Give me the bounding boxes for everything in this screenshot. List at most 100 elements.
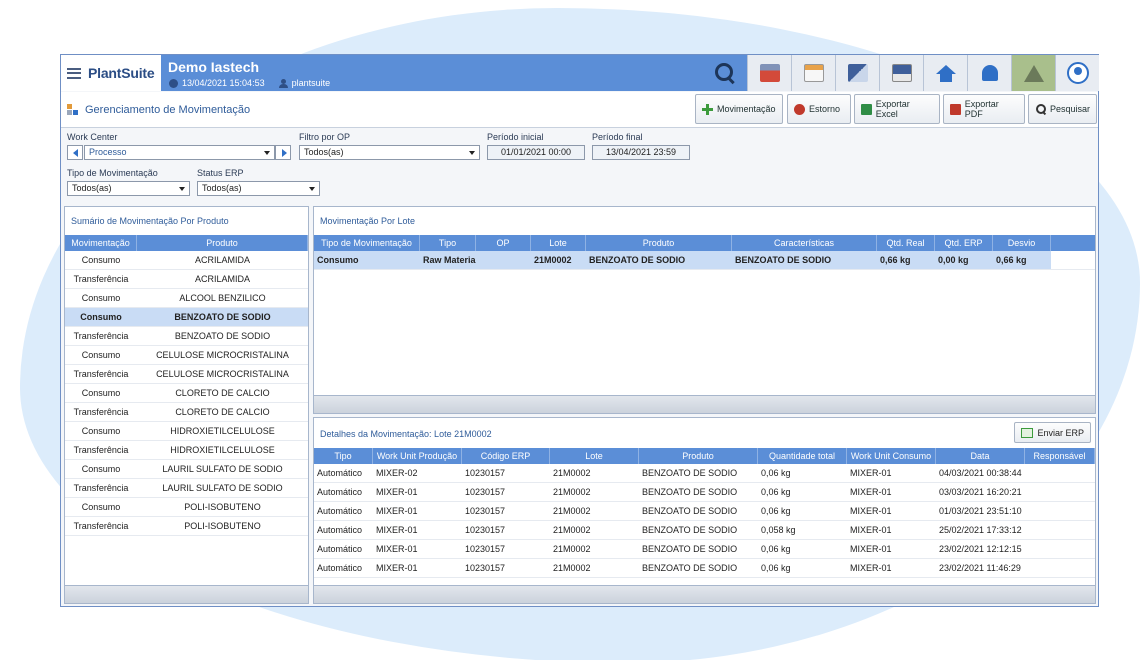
column-header[interactable]: Características bbox=[732, 235, 877, 251]
table-row[interactable]: Transferência BENZOATO DE SODIO bbox=[65, 327, 308, 346]
clock-icon bbox=[169, 78, 178, 88]
table-row[interactable]: Consumo Raw Material 21M0002 BENZOATO DE SO… bbox=[314, 251, 1095, 270]
table-row[interactable]: Transferência HIDROXIETILCELULOSE bbox=[65, 441, 308, 460]
export-pdf-button[interactable]: Exportar PDF bbox=[943, 94, 1025, 124]
menu-icon[interactable] bbox=[67, 67, 81, 79]
plus-icon bbox=[702, 103, 713, 115]
table-row[interactable]: Consumo CELULOSE MICROCRISTALINA bbox=[65, 346, 308, 365]
table-row[interactable]: Automático MIXER-01 10230157 21M0002 BENZOAT… bbox=[314, 521, 1095, 540]
movimentacao-button[interactable]: Movimentação bbox=[695, 94, 783, 124]
table-row[interactable]: Transferência ACRILAMIDA bbox=[65, 270, 308, 289]
table-row[interactable]: Consumo HIDROXIETILCELULOSE bbox=[65, 422, 308, 441]
table-cell: CLORETO DE CALCIO bbox=[175, 388, 270, 398]
export-excel-button[interactable]: Exportar Excel bbox=[854, 94, 940, 124]
table-cell: BENZOATO DE SODIO bbox=[642, 468, 738, 478]
table-cell: Consumo bbox=[81, 426, 121, 436]
column-header[interactable]: Responsável bbox=[1025, 448, 1095, 464]
periodo-final-input[interactable]: 13/04/2021 23:59 bbox=[592, 145, 690, 160]
column-header[interactable]: Produto bbox=[639, 448, 758, 464]
table-row[interactable]: Consumo POLI-ISOBUTENO bbox=[65, 498, 308, 517]
table-row[interactable]: Automático MIXER-01 10230157 21M0002 BENZOAT… bbox=[314, 559, 1095, 578]
profile-icon bbox=[1066, 62, 1089, 84]
table-cell: Transferência bbox=[73, 483, 129, 493]
table-row[interactable]: Consumo LAURIL SULFATO DE SODIO bbox=[65, 460, 308, 479]
column-header[interactable]: Código ERP bbox=[462, 448, 550, 464]
column-header[interactable]: Qtd. Real bbox=[877, 235, 935, 251]
column-header[interactable]: Tipo bbox=[314, 448, 373, 464]
table-row[interactable]: Consumo CLORETO DE CALCIO bbox=[65, 384, 308, 403]
column-header[interactable]: Produto bbox=[586, 235, 732, 251]
header-button-notifications[interactable] bbox=[967, 55, 1011, 91]
header-button-profile[interactable] bbox=[1055, 55, 1099, 91]
status-erp-value: Todos(as) bbox=[202, 183, 242, 193]
status-erp-select[interactable]: Todos(as) bbox=[197, 181, 320, 196]
table-row[interactable]: Transferência LAURIL SULFATO DE SODIO bbox=[65, 479, 308, 498]
summary-scrollbar[interactable] bbox=[65, 585, 308, 603]
header-button-production[interactable] bbox=[747, 55, 791, 91]
estorno-button[interactable]: Estorno bbox=[787, 94, 851, 124]
export-pdf-label: Exportar PDF bbox=[964, 99, 999, 119]
enviar-erp-button[interactable]: Enviar ERP bbox=[1014, 422, 1091, 443]
search-button[interactable]: Pesquisar bbox=[1028, 94, 1097, 124]
lote-panel: Movimentação Por Lote Tipo de Movimentaç… bbox=[313, 206, 1096, 414]
periodo-inicial-input[interactable]: 01/01/2021 00:00 bbox=[487, 145, 585, 160]
column-header[interactable]: OP bbox=[476, 235, 531, 251]
column-header[interactable]: Produto bbox=[137, 235, 308, 251]
lote-scrollbar[interactable] bbox=[314, 395, 1095, 413]
header-button-documents[interactable] bbox=[835, 55, 879, 91]
table-row[interactable]: Consumo BENZOATO DE SODIO bbox=[65, 308, 308, 327]
tipo-mov-select[interactable]: Todos(as) bbox=[67, 181, 190, 196]
brand-logo: PlantSuite bbox=[88, 65, 155, 81]
table-cell: Automático bbox=[317, 506, 363, 516]
table-cell: Consumo bbox=[65, 308, 137, 326]
column-header[interactable]: Tipo de Movimentação bbox=[314, 235, 420, 251]
header-button-home[interactable] bbox=[923, 55, 967, 91]
table-cell: CELULOSE MICROCRISTALINA bbox=[156, 350, 289, 360]
table-cell: BENZOATO DE SODIO bbox=[174, 331, 271, 341]
undo-icon bbox=[794, 103, 805, 115]
column-header[interactable]: Work Unit Consumo bbox=[847, 448, 936, 464]
column-header[interactable]: Data bbox=[936, 448, 1025, 464]
table-row[interactable]: Automático MIXER-01 10230157 21M0002 BENZOAT… bbox=[314, 483, 1095, 502]
column-header[interactable]: Movimentação bbox=[65, 235, 137, 251]
table-row[interactable]: Transferência POLI-ISOBUTENO bbox=[65, 517, 308, 536]
details-scrollbar[interactable] bbox=[314, 585, 1095, 603]
column-header[interactable]: Quantidade total bbox=[758, 448, 847, 464]
table-row[interactable]: Transferência CLORETO DE CALCIO bbox=[65, 403, 308, 422]
table-cell: Consumo bbox=[81, 464, 121, 474]
header-button-alerts[interactable] bbox=[1011, 55, 1055, 91]
column-header[interactable]: Qtd. ERP bbox=[935, 235, 993, 251]
work-center-next-button[interactable] bbox=[275, 145, 291, 160]
details-title: Detalhes da Movimentação: Lote 21M0002 bbox=[320, 429, 492, 439]
table-row[interactable]: Automático MIXER-02 10230157 21M0002 BENZOAT… bbox=[314, 464, 1095, 483]
column-header[interactable]: Desvio bbox=[993, 235, 1051, 251]
column-header[interactable]: Tipo bbox=[420, 235, 476, 251]
table-cell: Raw Material bbox=[420, 251, 476, 269]
pdf-icon bbox=[950, 103, 961, 115]
column-header[interactable]: Lote bbox=[550, 448, 639, 464]
table-row[interactable]: Automático MIXER-01 10230157 21M0002 BENZOAT… bbox=[314, 502, 1095, 521]
table-cell: MIXER-01 bbox=[850, 468, 892, 478]
table-row[interactable]: Consumo ACRILAMIDA bbox=[65, 251, 308, 270]
send-icon bbox=[1021, 427, 1034, 438]
estorno-label: Estorno bbox=[809, 104, 841, 114]
table-cell: HIDROXIETILCELULOSE bbox=[170, 426, 275, 436]
chevron-down-icon bbox=[309, 187, 315, 191]
column-header[interactable]: Work Unit Produção bbox=[373, 448, 462, 464]
work-center-prev-button[interactable] bbox=[67, 145, 83, 160]
column-header[interactable]: Lote bbox=[531, 235, 586, 251]
table-cell: Automático bbox=[317, 487, 363, 497]
header-button-reports[interactable] bbox=[791, 55, 835, 91]
table-row[interactable]: Automático MIXER-01 10230157 21M0002 BENZOAT… bbox=[314, 540, 1095, 559]
header-button-monitor[interactable] bbox=[879, 55, 923, 91]
table-cell: MIXER-01 bbox=[376, 563, 418, 573]
table-row[interactable]: Consumo ALCOOL BENZILICO bbox=[65, 289, 308, 308]
search-icon[interactable] bbox=[713, 61, 737, 85]
table-cell: CLORETO DE CALCIO bbox=[175, 407, 270, 417]
work-center-select[interactable]: Processo bbox=[84, 145, 275, 160]
table-cell: 21M0002 bbox=[553, 563, 591, 573]
table-cell: BENZOATO DE SODIO bbox=[732, 251, 877, 269]
lote-table-header: Tipo de Movimentação Tipo OP Lote Produto Car… bbox=[314, 235, 1095, 251]
filtro-op-select[interactable]: Todos(as) bbox=[299, 145, 480, 160]
table-row[interactable]: Transferência CELULOSE MICROCRISTALINA bbox=[65, 365, 308, 384]
